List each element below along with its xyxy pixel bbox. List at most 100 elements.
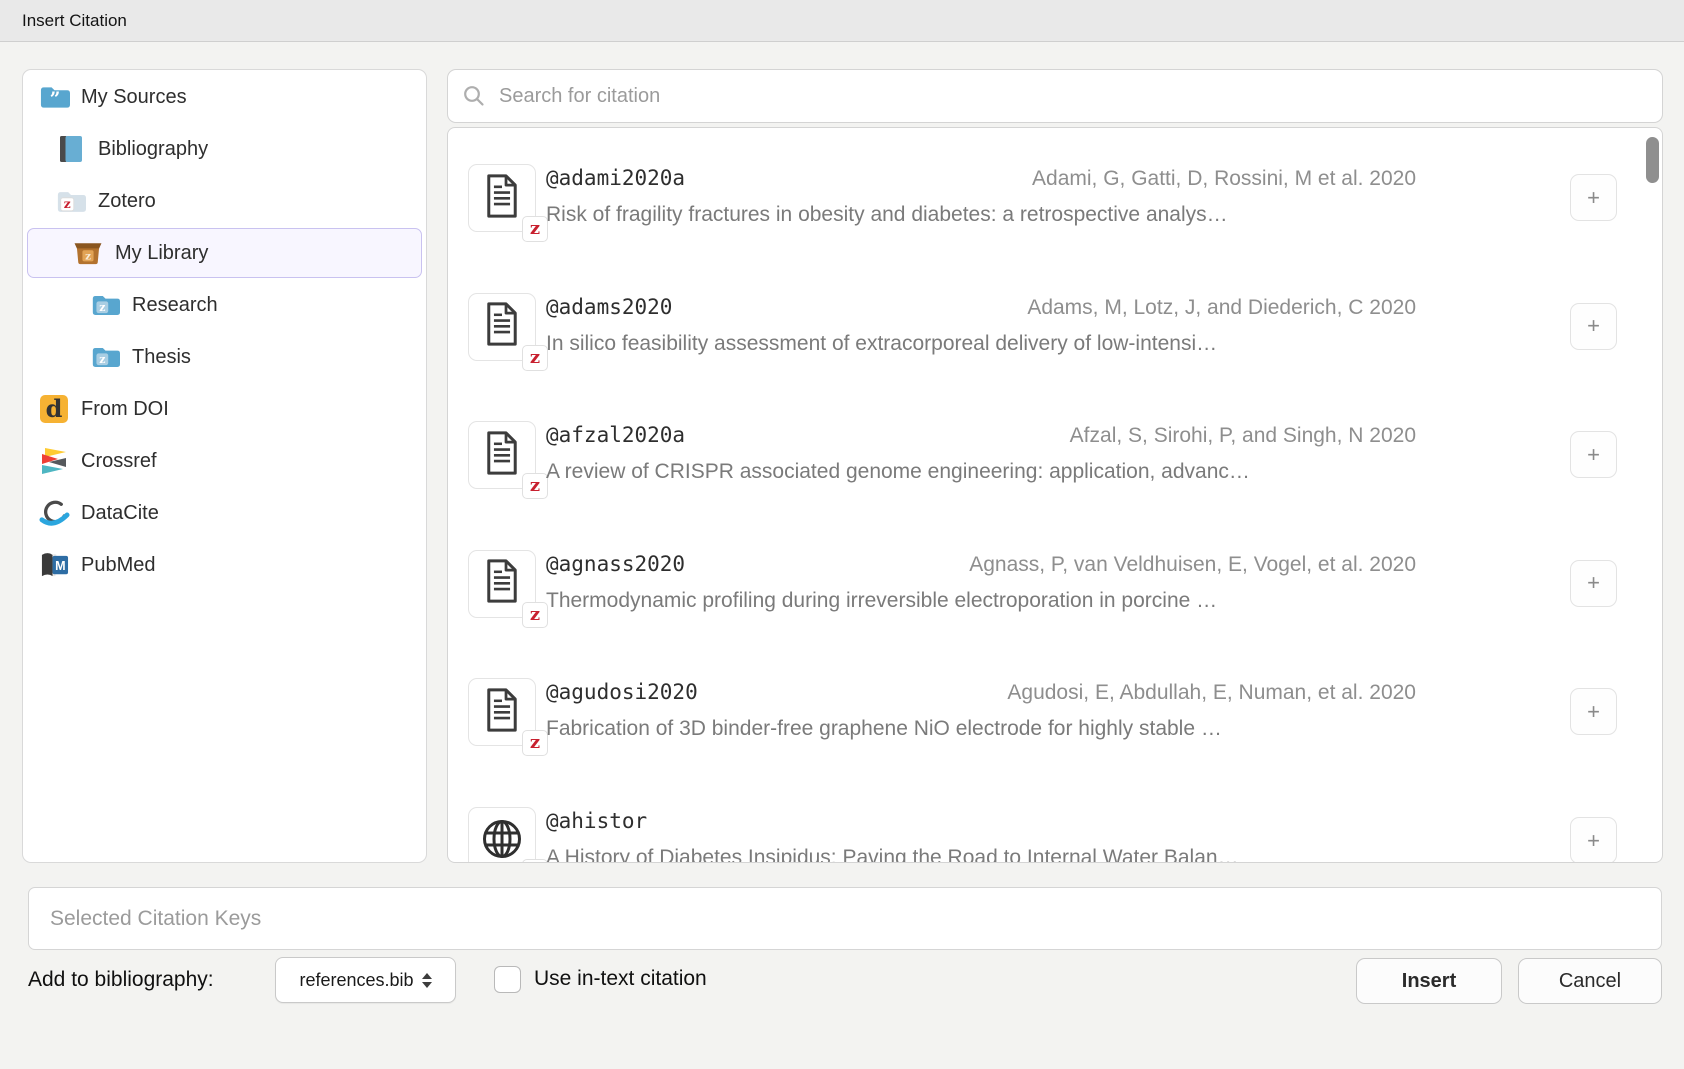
datacite-icon (38, 497, 70, 529)
sidebar-item-label: Bibliography (98, 138, 208, 161)
add-citation-button[interactable]: + (1570, 688, 1617, 735)
sidebar-item-label: DataCite (81, 502, 159, 525)
sidebar-item-label: My Library (115, 242, 208, 265)
citation-title: A review of CRISPR associated genome eng… (546, 460, 1416, 484)
svg-text:z: z (64, 197, 71, 211)
add-citation-button[interactable]: + (1570, 174, 1617, 221)
citation-row[interactable]: z @ahistor A History of Diabetes Insipidus… (468, 807, 1648, 863)
svg-text:d: d (46, 394, 63, 423)
sidebar-item-bibliography[interactable]: Bibliography (27, 124, 422, 174)
svg-text:z: z (85, 251, 91, 263)
citation-title: Thermodynamic profiling during irreversi… (546, 589, 1416, 613)
sidebar-item-label: Crossref (81, 450, 157, 473)
use-intext-checkbox[interactable] (494, 966, 521, 993)
citation-title: Fabrication of 3D binder-free graphene N… (546, 717, 1416, 741)
zotero-badge-icon: z (522, 730, 548, 756)
cancel-button[interactable]: Cancel (1518, 958, 1662, 1004)
document-icon (482, 430, 522, 481)
blue-folder-z-icon: z (89, 341, 121, 373)
citation-authors: Adami, G, Gatti, D, Rossini, M et al. 20… (1032, 167, 1416, 191)
sidebar-item-research[interactable]: z Research (27, 280, 422, 330)
svg-text:z: z (99, 353, 105, 366)
zotero-folder-icon: z (55, 185, 87, 217)
svg-text:”: ” (49, 89, 60, 110)
sidebar-item-label: My Sources (81, 86, 187, 109)
globe-icon (479, 816, 525, 864)
add-citation-button[interactable]: + (1570, 560, 1617, 607)
zotero-badge-icon: z (522, 216, 548, 242)
sidebar-item-my-library[interactable]: z My Library (27, 228, 422, 278)
zotero-badge-icon: z (522, 602, 548, 628)
sidebar-item-label: Research (132, 294, 218, 317)
selected-citation-keys-input[interactable] (48, 906, 1642, 932)
citation-key: @afzal2020a (546, 423, 685, 447)
citation-row[interactable]: z@adams2020Adams, M, Lotz, J, and Dieder… (468, 293, 1648, 365)
blue-folder-z-icon: z (89, 289, 121, 321)
document-icon (482, 301, 522, 352)
sidebar-item-from-doi[interactable]: d From DOI (27, 384, 422, 434)
svg-text:M: M (55, 558, 65, 572)
sources-folder-icon: ” (38, 81, 70, 113)
zotero-badge-icon: z (522, 859, 548, 863)
citation-list: z @adami2020a Adami, G, Gatti, D, Rossini,… (447, 127, 1663, 863)
citation-row[interactable]: z @agudosi2020 Agudosi, E, Abdullah, E, Nu… (468, 678, 1648, 750)
zotero-badge-icon: z (522, 345, 548, 371)
book-icon (55, 133, 87, 165)
citation-row[interactable]: z @agnass2020 Agnass, P, van Veldhuisen, E… (468, 550, 1648, 622)
citation-key: @agnass2020 (546, 552, 685, 576)
citation-authors: Agnass, P, van Veldhuisen, E, Vogel, et … (969, 553, 1416, 577)
sources-sidebar: ” My Sources Bibliography z Zotero z My Librar… (22, 69, 427, 863)
sidebar-item-my-sources[interactable]: ” My Sources (27, 72, 422, 122)
sidebar-item-pubmed[interactable]: M PubMed (27, 540, 422, 590)
citation-row[interactable]: z @adami2020a Adami, G, Gatti, D, Rossini,… (468, 164, 1648, 236)
sidebar-item-label: PubMed (81, 554, 156, 577)
document-icon (482, 173, 522, 224)
sidebar-item-thesis[interactable]: z Thesis (27, 332, 422, 382)
sidebar-item-datacite[interactable]: DataCite (27, 488, 422, 538)
citation-type-box: z (468, 164, 536, 232)
document-icon (482, 687, 522, 738)
document-icon (482, 558, 522, 609)
selected-keys-box (28, 887, 1662, 950)
add-citation-button[interactable]: + (1570, 431, 1617, 478)
bibliography-file-value: references.bib (299, 970, 413, 991)
citation-type-box: z (468, 550, 536, 618)
pubmed-icon: M (38, 549, 70, 581)
use-intext-label: Use in-text citation (534, 967, 707, 991)
sidebar-item-zotero[interactable]: z Zotero (27, 176, 422, 226)
add-citation-button[interactable]: + (1570, 817, 1617, 863)
search-input[interactable] (497, 84, 1647, 109)
citation-type-box: z (468, 678, 536, 746)
sidebar-item-label: From DOI (81, 398, 169, 421)
sidebar-item-label: Zotero (98, 190, 156, 213)
add-citation-button[interactable]: + (1570, 303, 1617, 350)
svg-text:z: z (99, 301, 105, 314)
citation-authors: Adams, M, Lotz, J, and Diederich, C 2020 (1027, 296, 1416, 320)
citation-type-box: z (468, 421, 536, 489)
citation-authors: Afzal, S, Sirohi, P, and Singh, N 2020 (1070, 424, 1416, 448)
citation-search-box (447, 69, 1663, 123)
bibliography-file-select[interactable]: references.bib (275, 957, 456, 1003)
crossref-icon (38, 445, 70, 477)
citation-key: @adami2020a (546, 166, 685, 190)
add-to-bibliography-label: Add to bibliography: (28, 968, 214, 992)
sidebar-item-crossref[interactable]: Crossref (27, 436, 422, 486)
select-arrows-icon (422, 973, 432, 988)
doi-icon: d (38, 393, 70, 425)
citation-key: @ahistor (546, 809, 647, 833)
citation-title: A History of Diabetes Insipidus: Paving … (546, 846, 1416, 863)
sidebar-item-label: Thesis (132, 346, 191, 369)
insert-button[interactable]: Insert (1356, 958, 1502, 1004)
dialog-titlebar: Insert Citation (0, 0, 1684, 42)
citation-row[interactable]: z @afzal2020a Afzal, S, Sirohi, P, and Sin… (468, 421, 1648, 493)
citation-authors: Agudosi, E, Abdullah, E, Numan, et al. 2… (1007, 681, 1416, 705)
citation-key: @agudosi2020 (546, 680, 698, 704)
citation-key: @adams2020 (546, 295, 672, 319)
search-icon (463, 80, 485, 112)
library-box-icon: z (72, 237, 104, 269)
citation-title: In silico feasibility assessment of extr… (546, 332, 1416, 356)
zotero-badge-icon: z (522, 473, 548, 499)
citation-title: Risk of fragility fractures in obesity a… (546, 203, 1416, 227)
dialog-title: Insert Citation (22, 11, 127, 31)
citation-type-box: z (468, 807, 536, 863)
